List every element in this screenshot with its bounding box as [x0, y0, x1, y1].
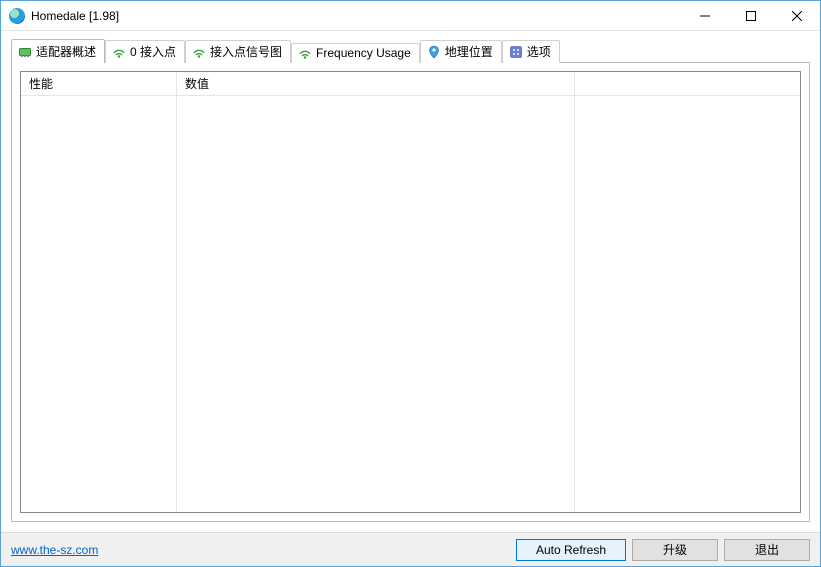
column-body [177, 96, 575, 512]
wifi-icon [112, 45, 126, 59]
tab-label: 选项 [527, 43, 551, 60]
window-title: Homedale [1.98] [31, 9, 119, 23]
column-header-value[interactable]: 数值 [177, 72, 575, 96]
tab-label: 接入点信号图 [210, 43, 282, 60]
maximize-button[interactable] [728, 1, 774, 31]
wifi-icon [192, 45, 206, 59]
tab-strip: 适配器概述 0 接入点 接入点信号图 Frequency Usage 地理位置 [11, 39, 810, 63]
titlebar: Homedale [1.98] [1, 1, 820, 31]
card-icon [18, 45, 32, 59]
options-icon [509, 45, 523, 59]
auto-refresh-button[interactable]: Auto Refresh [516, 539, 626, 561]
tab-content: 性能 数值 [11, 63, 810, 522]
tab-access-points[interactable]: 0 接入点 [105, 40, 185, 63]
tab-label: 地理位置 [445, 43, 493, 60]
tab-adapter-overview[interactable]: 适配器概述 [11, 39, 105, 63]
tab-label: 适配器概述 [36, 43, 96, 60]
tab-label: 0 接入点 [130, 43, 176, 60]
close-button[interactable] [774, 1, 820, 31]
location-pin-icon [427, 45, 441, 59]
column-body [21, 96, 177, 512]
tab-options[interactable]: 选项 [502, 40, 560, 63]
website-link[interactable]: www.the-sz.com [11, 543, 98, 557]
minimize-button[interactable] [682, 1, 728, 31]
tab-label: Frequency Usage [316, 46, 411, 60]
exit-button[interactable]: 退出 [724, 539, 810, 561]
column-header-property[interactable]: 性能 [21, 72, 177, 96]
column-header-empty[interactable] [575, 72, 800, 96]
upgrade-button[interactable]: 升级 [632, 539, 718, 561]
column-body [575, 96, 800, 512]
wifi-icon [298, 46, 312, 60]
client-area: 适配器概述 0 接入点 接入点信号图 Frequency Usage 地理位置 [1, 31, 820, 532]
footer: www.the-sz.com Auto Refresh 升级 退出 [1, 532, 820, 566]
tab-location[interactable]: 地理位置 [420, 40, 502, 63]
tab-frequency-usage[interactable]: Frequency Usage [291, 43, 420, 63]
tab-signal-graph[interactable]: 接入点信号图 [185, 40, 291, 63]
app-icon [9, 8, 25, 24]
properties-table[interactable]: 性能 数值 [20, 71, 801, 513]
